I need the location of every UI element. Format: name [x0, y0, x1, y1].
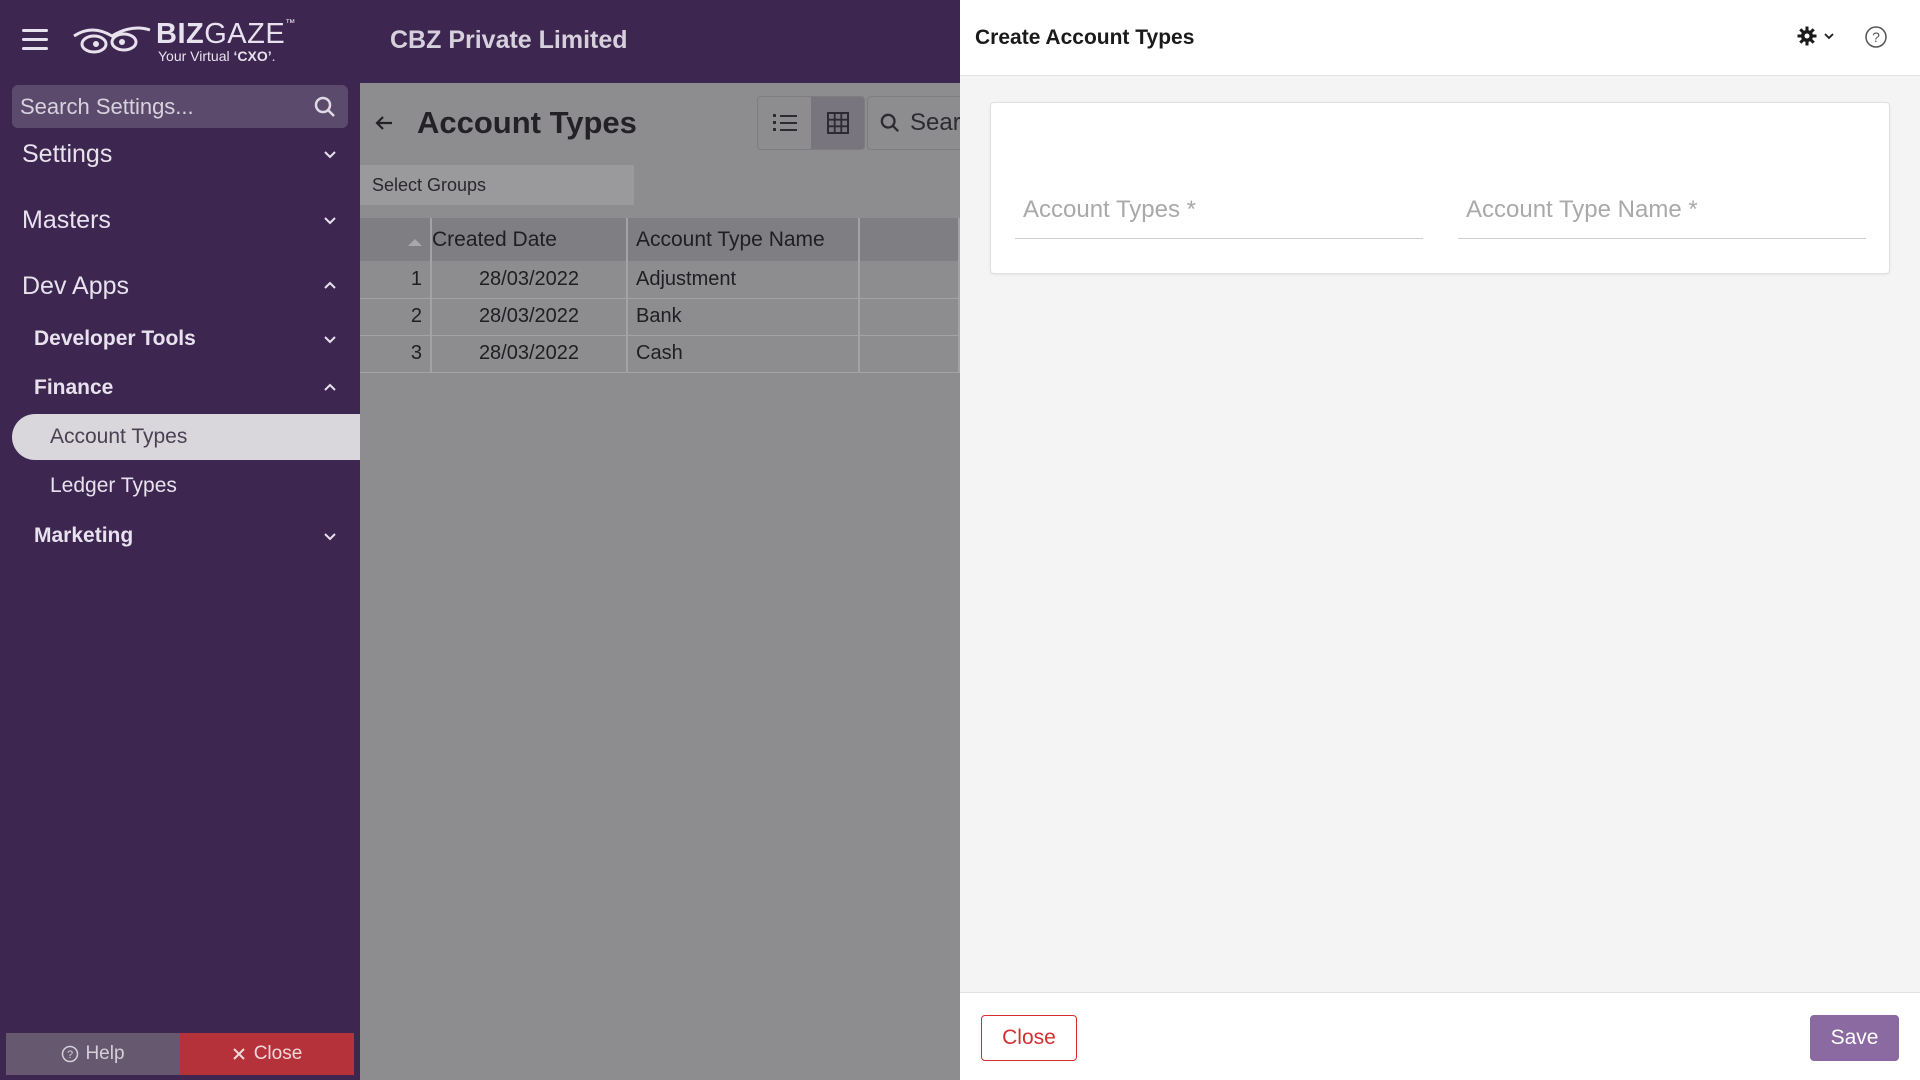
chevron-down-icon — [1824, 33, 1834, 40]
cell-empty — [859, 298, 960, 336]
account-type-name-field — [1458, 185, 1866, 239]
list-search-text: Sear — [910, 109, 960, 136]
sidebar-item-ledger-types[interactable]: Ledger Types — [0, 463, 360, 509]
create-account-types-drawer: Create Account Types ? Account Types * A… — [960, 0, 1920, 1080]
table-header-row: Created Date Account Type Name — [360, 218, 960, 261]
logo-tagline-prefix: Your Virtual — [158, 48, 234, 64]
close-label: Close — [253, 1043, 303, 1064]
account-types-table: Created Date Account Type Name 1 28/03/2… — [360, 218, 960, 373]
grid-icon — [826, 112, 849, 134]
cell-created-date: 28/03/2022 — [431, 335, 628, 373]
sidebar-item-finance[interactable]: Finance — [0, 366, 360, 410]
drawer-header: Create Account Types ? — [960, 0, 1920, 76]
cell-account-type-name: Cash — [627, 335, 860, 373]
cell-account-type-name: Bank — [627, 298, 860, 336]
sidebar-footer: ? Help Close — [6, 1033, 354, 1075]
column-header-empty — [859, 218, 960, 261]
list-search-box[interactable]: Sear — [867, 96, 960, 150]
company-name: CBZ Private Limited — [390, 26, 628, 54]
chevron-down-icon — [324, 336, 336, 344]
chevron-down-icon — [324, 217, 336, 225]
owl-logo-icon — [73, 26, 151, 54]
settings-dropdown[interactable] — [1797, 26, 1835, 46]
gear-icon — [1797, 26, 1817, 46]
sidebar-item-dev-apps[interactable]: Dev Apps — [0, 261, 360, 311]
help-circle-icon[interactable]: ? — [1864, 25, 1888, 49]
list-view-button[interactable] — [758, 97, 811, 149]
logo-brand-bold: BIZ — [156, 18, 205, 50]
row-index: 1 — [360, 261, 432, 299]
table-row[interactable]: 3 28/03/2022 Cash — [360, 335, 960, 373]
select-groups-dropdown[interactable]: Select Groups — [360, 165, 634, 205]
bizgaze-logo[interactable]: BIZGAZE™ Your Virtual ‘CXO’. — [72, 16, 295, 68]
column-header-account-type-name[interactable]: Account Type Name — [627, 218, 860, 261]
sidebar-item-developer-tools[interactable]: Developer Tools — [0, 317, 360, 361]
sidebar-item-label: Dev Apps — [22, 271, 130, 300]
cell-empty — [859, 261, 960, 299]
logo-tagline-suffix: . — [271, 48, 276, 64]
save-button[interactable]: Save — [1810, 1015, 1899, 1061]
page-title: Account Types — [417, 105, 637, 140]
logo-tm: ™ — [285, 18, 296, 29]
table-row[interactable]: 2 28/03/2022 Bank — [360, 298, 960, 336]
close-button[interactable]: Close — [981, 1015, 1077, 1061]
sidebar-item-label: Settings — [22, 139, 113, 168]
logo-brand-light: GAZE — [204, 18, 286, 50]
help-label: Help — [85, 1043, 125, 1064]
cell-created-date: 28/03/2022 — [431, 298, 628, 336]
cell-empty — [859, 335, 960, 373]
back-arrow-icon[interactable] — [372, 111, 396, 135]
sidebar-item-label: Developer Tools — [34, 327, 196, 350]
account-type-form-card — [990, 102, 1890, 274]
close-icon — [232, 1048, 245, 1060]
drawer-footer: Close Save — [960, 992, 1920, 1080]
sidebar-item-label: Masters — [22, 205, 111, 234]
settings-sidebar: Settings Masters Dev Apps Developer Tool… — [0, 83, 360, 1080]
search-icon — [880, 113, 899, 132]
table-row[interactable]: 1 28/03/2022 Adjustment — [360, 261, 960, 299]
list-icon — [772, 114, 797, 131]
logo-tagline-bold: ‘CXO’ — [233, 48, 272, 64]
chevron-down-icon — [324, 151, 336, 159]
search-settings-input[interactable] — [12, 85, 302, 128]
account-types-list-panel: Account Types Sear Select Groups Created… — [360, 83, 960, 1080]
cell-created-date: 28/03/2022 — [431, 261, 628, 299]
account-type-name-input[interactable] — [1458, 185, 1866, 235]
hamburger-menu-icon[interactable] — [22, 29, 48, 51]
svg-text:?: ? — [1872, 29, 1880, 45]
view-toggle — [757, 96, 865, 150]
sidebar-item-label: Finance — [34, 376, 114, 399]
sort-column-header[interactable] — [360, 218, 432, 261]
account-types-field — [1015, 185, 1423, 239]
svg-text:?: ? — [67, 1049, 73, 1061]
sidebar-item-label: Ledger Types — [50, 474, 177, 497]
sort-up-icon — [408, 238, 422, 246]
sidebar-help-button[interactable]: ? Help — [6, 1033, 180, 1075]
sidebar-item-masters[interactable]: Masters — [0, 195, 360, 245]
drawer-title: Create Account Types — [975, 26, 1195, 49]
sidebar-item-settings[interactable]: Settings — [0, 129, 360, 179]
search-settings-box — [12, 85, 348, 128]
grid-view-button[interactable] — [811, 97, 864, 149]
search-icon[interactable] — [314, 96, 336, 118]
sidebar-item-label: Account Types — [50, 425, 188, 448]
chevron-up-icon — [324, 281, 336, 289]
column-header-created-date[interactable]: Created Date — [431, 218, 628, 261]
chevron-down-icon — [324, 533, 336, 541]
sidebar-item-marketing[interactable]: Marketing — [0, 514, 360, 558]
help-circle-icon: ? — [62, 1045, 79, 1063]
row-index: 3 — [360, 335, 432, 373]
sidebar-close-button[interactable]: Close — [180, 1033, 354, 1075]
sidebar-item-account-types[interactable]: Account Types — [12, 414, 360, 460]
account-types-input[interactable] — [1015, 185, 1423, 235]
cell-account-type-name: Adjustment — [627, 261, 860, 299]
chevron-up-icon — [324, 383, 336, 391]
sidebar-item-label: Marketing — [34, 524, 134, 547]
row-index: 2 — [360, 298, 432, 336]
